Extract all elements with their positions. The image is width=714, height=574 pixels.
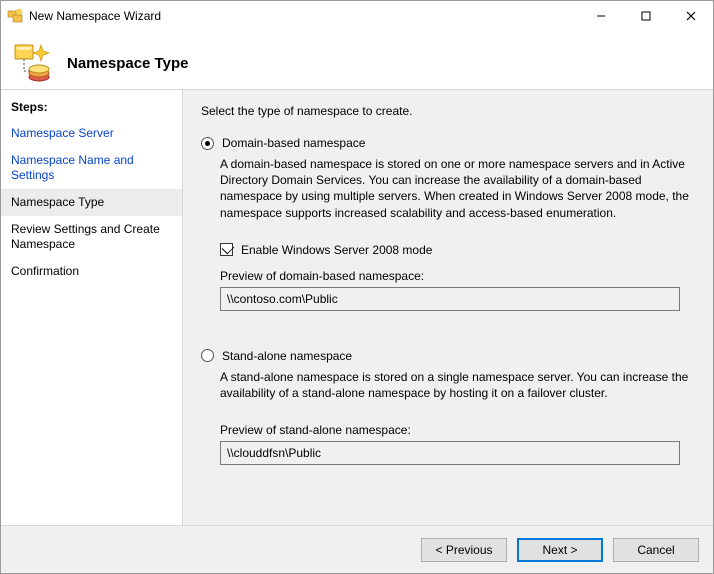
next-button[interactable]: Next > [517, 538, 603, 562]
standalone-radio[interactable] [201, 349, 214, 362]
sidebar-item-label: Namespace Name and Settings [11, 153, 134, 182]
page-title: Namespace Type [67, 55, 188, 72]
main-panel: Select the type of namespace to create. … [183, 90, 713, 525]
wizard-window: New Namespace Wizard [0, 0, 714, 574]
sidebar-item-label: Review Settings and Create Namespace [11, 222, 160, 251]
steps-heading: Steps: [1, 96, 182, 120]
standalone-preview-label: Preview of stand-alone namespace: [220, 423, 693, 437]
close-button[interactable] [668, 1, 713, 31]
namespace-type-icon [13, 43, 53, 83]
sidebar-item-label: Confirmation [11, 264, 79, 278]
sidebar-step-review[interactable]: Review Settings and Create Namespace [1, 216, 182, 258]
standalone-preview-field: \\clouddfsn\Public [220, 441, 680, 465]
domain-based-radio[interactable] [201, 137, 214, 150]
standalone-desc: A stand-alone namespace is stored on a s… [220, 369, 693, 401]
maximize-button[interactable] [623, 1, 668, 31]
domain-based-desc: A domain-based namespace is stored on on… [220, 156, 693, 221]
sidebar-step-namespace-type[interactable]: Namespace Type [1, 189, 182, 216]
sidebar-item-label: Namespace Type [11, 195, 104, 209]
cancel-button[interactable]: Cancel [613, 538, 699, 562]
app-icon [7, 8, 23, 24]
server-2008-mode-checkbox[interactable] [220, 243, 233, 256]
domain-preview-field: \\contoso.com\Public [220, 287, 680, 311]
wizard-header: Namespace Type [1, 31, 713, 89]
sidebar-step-confirmation[interactable]: Confirmation [1, 258, 182, 285]
domain-preview-label: Preview of domain-based namespace: [220, 269, 693, 283]
window-title: New Namespace Wizard [29, 9, 578, 23]
instruction-text: Select the type of namespace to create. [201, 104, 693, 118]
sidebar-step-namespace-name[interactable]: Namespace Name and Settings [1, 147, 182, 189]
sidebar-step-namespace-server[interactable]: Namespace Server [1, 120, 182, 147]
steps-sidebar: Steps: Namespace Server Namespace Name a… [1, 90, 183, 525]
server-2008-mode-label: Enable Windows Server 2008 mode [241, 243, 432, 257]
standalone-label: Stand-alone namespace [222, 349, 352, 363]
minimize-button[interactable] [578, 1, 623, 31]
previous-button[interactable]: < Previous [421, 538, 507, 562]
titlebar: New Namespace Wizard [1, 1, 713, 31]
sidebar-item-label: Namespace Server [11, 126, 114, 140]
domain-based-label: Domain-based namespace [222, 136, 365, 150]
wizard-footer: < Previous Next > Cancel [1, 525, 713, 573]
